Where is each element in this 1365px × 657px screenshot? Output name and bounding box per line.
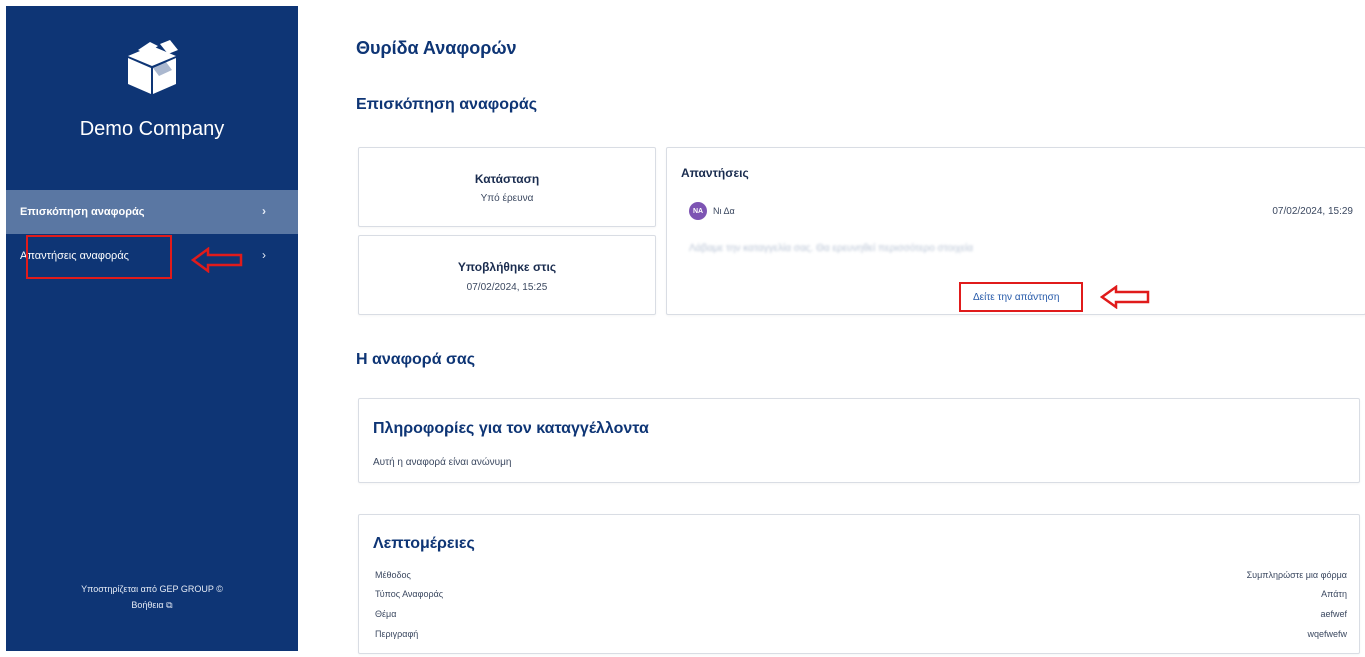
detail-key: Θέμα [375,609,397,619]
status-value: Υπό έρευνα [480,193,534,204]
sidebar-footer: Υποστηρίζεται από GEP GROUP © Βοήθεια ⧉ [6,581,298,613]
help-link[interactable]: Βοήθεια ⧉ [6,597,298,613]
page-title: Θυρίδα Αναφορών [356,38,517,58]
submitted-value: 07/02/2024, 15:25 [466,282,548,293]
reporter-text: Αυτή η αναφορά είναι ανώνυμη [373,457,512,468]
overview-title: Επισκόπηση αναφοράς [356,96,538,113]
avatar: ΝΑ [689,202,707,220]
replies-title: Απαντήσεις [681,166,749,180]
detail-key: Τύπος Αναφοράς [375,589,444,599]
annotation-box-view-reply [959,282,1083,312]
chevron-right-icon: › [262,248,266,262]
detail-value: Απάτη [1321,589,1347,599]
box-logo-icon [128,40,178,94]
reply-date: 07/02/2024, 15:29 [1272,206,1353,217]
detail-key: Περιγραφή [375,629,419,639]
copyright-icon: © [216,584,223,594]
detail-row-description: Περιγραφή wqefwefw [375,629,1347,643]
arrow-left-annotation-icon [1100,285,1150,309]
powered-by[interactable]: Υποστηρίζεται από GEP GROUP © [6,581,298,597]
detail-value: wqefwefw [1307,629,1347,639]
sidebar-item-label: Επισκόπηση αναφοράς [20,206,145,218]
arrow-left-annotation-icon [191,247,243,273]
company-name: Demo Company [79,118,225,140]
annotation-box-replies [26,235,172,279]
app: Demo Company Επισκόπηση αναφοράς › Απαντ… [0,0,1365,657]
main-content: Θυρίδα Αναφορών Επισκόπηση αναφοράς Κατά… [298,0,1365,657]
reply-author: Νι Δα [713,206,735,216]
status-label: Κατάσταση [474,172,540,186]
sidebar-item-report-overview[interactable]: Επισκόπηση αναφοράς › [6,190,298,234]
details-title: Λεπτομέρειες [373,535,475,552]
submitted-card: Υποβλήθηκε στις 07/02/2024, 15:25 [358,235,656,315]
logo [6,36,298,100]
detail-value: Συμπληρώστε μια φόρμα [1246,570,1347,580]
details-card: Λεπτομέρειες Μέθοδος Συμπληρώστε μια φόρ… [358,514,1360,654]
your-report-title: Η αναφορά σας [356,351,476,368]
detail-row-method: Μέθοδος Συμπληρώστε μια φόρμα [375,570,1347,584]
detail-value: aefwef [1320,609,1347,619]
external-link-icon: ⧉ [166,600,173,610]
reply-preview: Λάβαμε την καταγγελία σας. Θα ερευνηθεί … [689,243,974,254]
detail-key: Μέθοδος [375,570,411,580]
submitted-label: Υποβλήθηκε στις [457,260,557,274]
detail-row-subject: Θέμα aefwef [375,609,1347,623]
reporter-card: Πληροφορίες για τον καταγγέλλοντα Αυτή η… [358,398,1360,483]
reporter-title: Πληροφορίες για τον καταγγέλλοντα [373,420,649,437]
sidebar: Demo Company Επισκόπηση αναφοράς › Απαντ… [6,6,298,651]
status-card: Κατάσταση Υπό έρευνα [358,147,656,227]
detail-row-type: Τύπος Αναφοράς Απάτη [375,589,1347,603]
chevron-right-icon: › [262,204,266,218]
